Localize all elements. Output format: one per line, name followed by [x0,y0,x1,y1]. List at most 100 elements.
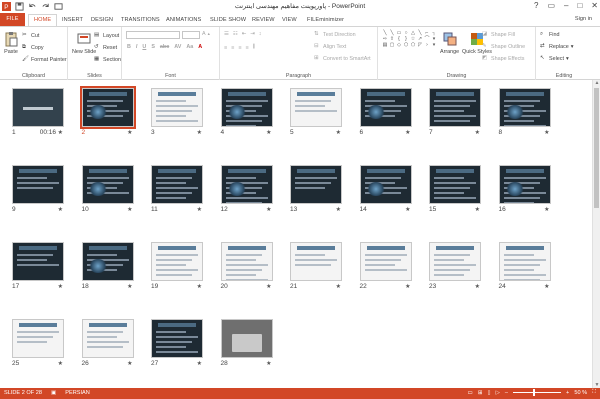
slide-thumbnail[interactable]: 11 ★ [151,165,203,217]
animation-star-icon[interactable]: ★ [197,206,202,213]
align-text-button[interactable]: ⊟ Align Text [314,43,346,50]
font-name-combo[interactable] [126,31,180,39]
align-left-icon[interactable]: ≡ [224,45,227,51]
replace-button[interactable]: ⇄ Replace ▾ [540,43,574,50]
layout-button[interactable]: ▤ Layout [94,32,119,39]
animation-star-icon[interactable]: ★ [336,206,341,213]
grow-font-button[interactable]: A ▴ [202,31,210,37]
animation-star-icon[interactable]: ★ [544,129,549,136]
animation-star-icon[interactable]: ★ [544,283,549,290]
animation-star-icon[interactable]: ★ [58,206,63,213]
tab-animations[interactable]: ANIMATIONS [166,14,201,26]
animation-star-icon[interactable]: ★ [197,360,202,367]
tab-insert[interactable]: INSERT [62,14,83,26]
slide-thumbnail[interactable]: 17 ★ [12,242,64,294]
ribbon-display-icon[interactable]: ▭ [547,1,555,10]
strikethrough-button[interactable]: abc [160,44,169,50]
animation-star-icon[interactable]: ★ [336,129,341,136]
scroll-up-icon[interactable]: ▲ [593,80,600,86]
paste-button[interactable]: Paste [3,31,19,55]
animation-star-icon[interactable]: ★ [266,129,271,136]
animation-star-icon[interactable]: ★ [475,129,480,136]
zoom-level[interactable]: 50 % [574,390,587,396]
fit-slide-icon[interactable]: ⛶ [592,389,596,396]
align-center-icon[interactable]: ≡ [231,45,234,51]
zoom-slider[interactable] [513,389,562,396]
animation-star-icon[interactable]: ★ [475,283,480,290]
char-spacing-button[interactable]: AV [174,44,181,50]
zoom-slider-knob[interactable] [533,389,536,396]
slide-thumbnail[interactable]: 15 ★ [429,165,481,217]
slide-thumbnail[interactable]: 27 ★ [151,319,203,371]
animation-star-icon[interactable]: ★ [197,129,202,136]
animation-star-icon[interactable]: ★ [266,206,271,213]
align-right-icon[interactable]: ≡ [238,45,241,51]
slide-thumbnail[interactable]: 21 ★ [290,242,342,294]
textbox-shape-icon[interactable]: ▤ [382,43,388,48]
slide-thumbnail[interactable]: 10 ★ [81,165,134,217]
shape-outline-button[interactable]: ✎ Shape Outline [482,43,525,50]
animation-star-icon[interactable]: ★ [475,206,480,213]
slide-thumbnail[interactable]: 13 ★ [290,165,342,217]
animation-star-icon[interactable]: ★ [127,206,132,213]
hexagon-shape-icon[interactable]: ⬡ [403,43,409,48]
slideshow-view-icon[interactable]: ▷ [496,390,500,396]
tab-file[interactable]: FILE [0,13,25,26]
slide-thumbnail[interactable]: 8 ★ [498,88,551,140]
slide-thumbnail[interactable]: 16 ★ [498,165,551,217]
slide-thumbnail[interactable]: 25 ★ [12,319,64,371]
slide-thumbnail[interactable]: 5 ★ [290,88,342,140]
animation-star-icon[interactable]: ★ [58,360,63,367]
cut-button[interactable]: ✂ Cut [22,32,39,39]
zoom-out-icon[interactable]: – [505,390,508,396]
slide-thumbnail[interactable]: 1 00:16 ★ [12,88,64,140]
scrollbar-thumb[interactable] [594,88,599,208]
convert-smartart-button[interactable]: ⊞ Convert to SmartArt [314,55,371,62]
decrease-indent-icon[interactable]: ⇤ [242,31,247,37]
underline-button[interactable]: U [142,44,146,50]
slide-thumbnail[interactable]: 14 ★ [359,165,412,217]
shapes-gallery[interactable]: ╲ ╲ ▭ ○ △ ╲ ⌐ ┐ ⇨ ⇧{} ☆ ↗ ⌒ ▾ ▤ ▢ ◇ ⬡ ⬠ ◸ › ▾ [382,31,437,48]
vertical-scrollbar[interactable]: ▲ ▼ [592,80,600,388]
reading-view-icon[interactable]: ▯ [488,390,491,396]
animation-star-icon[interactable]: ★ [127,129,132,136]
proofing-icon[interactable]: ▣ [51,390,56,396]
slide-thumbnail[interactable]: 4 ★ [220,88,273,140]
columns-icon[interactable]: ⫼ [253,44,255,51]
animation-star-icon[interactable]: ★ [266,360,271,367]
expand-gallery-icon[interactable]: ▾ [431,43,437,48]
slide-thumbnail[interactable]: 19 ★ [151,242,203,294]
text-direction-button[interactable]: ⇅ Text Direction [314,31,356,38]
animation-star-icon[interactable]: ★ [58,129,63,136]
find-button[interactable]: ⌕ Find [540,31,560,38]
tab-view[interactable]: VIEW [282,14,297,26]
change-case-button[interactable]: Aa [186,44,193,50]
font-size-combo[interactable] [182,31,200,39]
animation-star-icon[interactable]: ★ [336,283,341,290]
tab-home[interactable]: HOME [28,14,58,26]
select-button[interactable]: ↖ Select ▾ [540,55,569,62]
chevron-shape-icon[interactable]: › [424,43,430,48]
tab-fileminimizer[interactable]: FILEminimizer [307,14,344,26]
animation-star-icon[interactable]: ★ [266,283,271,290]
slide-thumbnail[interactable]: 12 ★ [220,165,273,217]
copy-button[interactable]: ⧉ Copy [22,44,44,51]
section-button[interactable]: ▦ Section [94,56,121,63]
animation-star-icon[interactable]: ★ [197,283,202,290]
slide-thumbnail[interactable]: 9 ★ [12,165,64,217]
sign-in-link[interactable]: Sign in [575,16,592,22]
animation-star-icon[interactable]: ★ [405,129,410,136]
rounded-rect-shape-icon[interactable]: ▢ [389,43,395,48]
new-slide-button[interactable]: New Slide [72,31,96,55]
slide-thumbnail[interactable]: 2 ★ [79,86,136,140]
shape-effects-button[interactable]: ◩ Shape Effects [482,55,524,62]
slide-thumbnail[interactable]: 23 ★ [429,242,481,294]
justify-icon[interactable]: ≡ [245,45,248,51]
slide-thumbnail[interactable]: 3 ★ [151,88,203,140]
increase-indent-icon[interactable]: ⇥ [250,31,255,37]
tab-review[interactable]: REVIEW [252,14,275,26]
animation-star-icon[interactable]: ★ [127,283,132,290]
arrange-button[interactable]: Arrange [440,31,459,55]
close-icon[interactable]: ✕ [591,1,598,10]
slide-thumbnail[interactable]: 20 ★ [220,242,273,294]
